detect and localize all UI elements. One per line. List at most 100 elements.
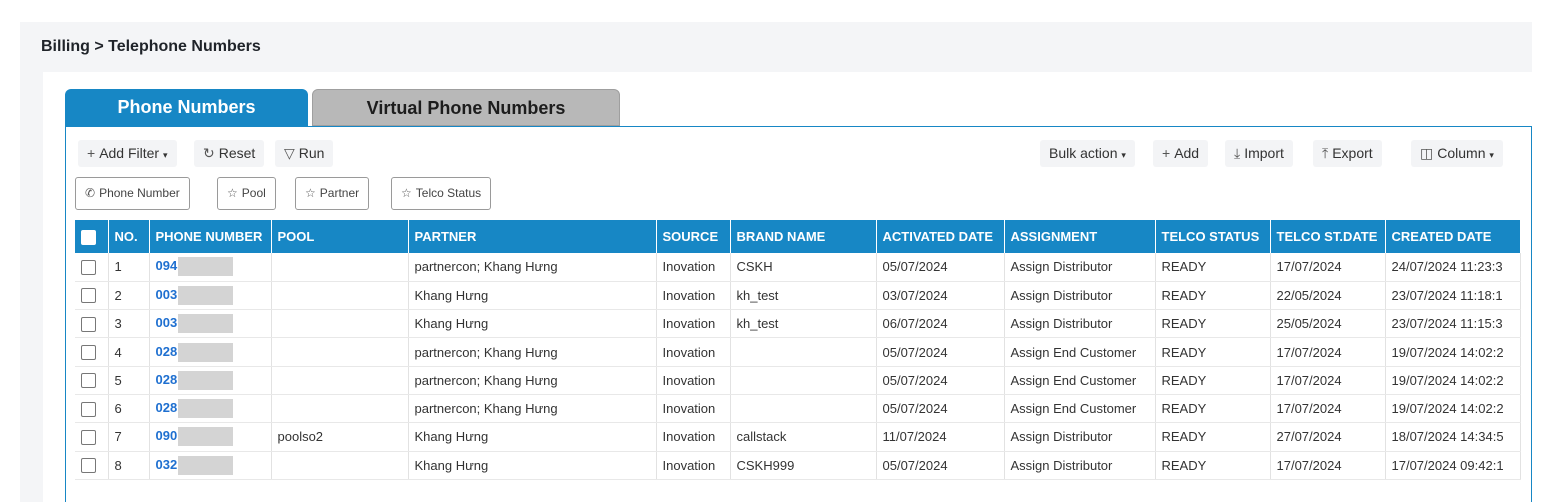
cell-activated: 06/07/2024 [876, 309, 1005, 339]
redacted-mask [178, 455, 234, 475]
row-checkbox[interactable] [81, 373, 96, 389]
cell-activated: 05/07/2024 [876, 253, 1005, 282]
cell-telco-status: READY [1155, 366, 1271, 395]
filter-chip-phone-number[interactable]: ✆ Phone Number [75, 177, 190, 210]
export-button[interactable]: ⤒ Export [1313, 140, 1382, 167]
phone-number-link[interactable]: 003 [156, 287, 178, 302]
filter-chip-pool[interactable]: ☆ Pool [217, 177, 276, 210]
cell-no: 5 [108, 366, 150, 395]
column-header[interactable]: ASSIGNMENT [1004, 220, 1156, 253]
refresh-icon: ↻ [203, 145, 215, 161]
cell-pool [271, 337, 409, 367]
row-select-cell [75, 253, 109, 282]
column-header[interactable]: ACTIVATED DATE [876, 220, 1005, 253]
phone-number-link[interactable]: 090 [156, 428, 178, 443]
redacted-mask [178, 399, 234, 419]
cell-assignment: Assign Distributor [1004, 309, 1156, 339]
cell-no: 2 [108, 281, 150, 311]
row-select-cell [75, 394, 109, 424]
cell-activated: 03/07/2024 [876, 281, 1005, 311]
table-row[interactable]: 6 028 partnercon; Khang Hưng Inovation 05/07… [75, 394, 1521, 424]
phone-number-link[interactable]: 032 [156, 457, 178, 472]
cell-partner: partnercon; Khang Hưng [408, 253, 657, 282]
column-header[interactable]: TELCO STATUS [1155, 220, 1271, 253]
cell-phone[interactable]: 028 [149, 337, 272, 367]
cell-brand [730, 337, 877, 367]
row-checkbox[interactable] [81, 345, 96, 361]
table-row[interactable]: 5 028 partnercon; Khang Hưng Inovation 05/07… [75, 366, 1521, 395]
run-button[interactable]: ▽ Run [275, 140, 334, 167]
tab-virtual-phone-numbers[interactable]: Virtual Phone Numbers [312, 89, 620, 126]
cell-brand: kh_test [730, 281, 877, 311]
cell-phone[interactable]: 090 [149, 422, 272, 452]
phone-number-link[interactable]: 003 [156, 315, 178, 330]
cell-phone[interactable]: 028 [149, 394, 272, 424]
cell-telco-date: 17/07/2024 [1270, 253, 1386, 282]
redacted-mask [178, 427, 234, 447]
phone-number-link[interactable]: 028 [156, 372, 178, 387]
plus-icon: + [1162, 145, 1171, 161]
column-header[interactable]: TELCO ST.DATE [1270, 220, 1386, 253]
column-header[interactable]: POOL [271, 220, 409, 253]
table-row[interactable]: 1 094 partnercon; Khang Hưng Inovation CSKH 0… [75, 253, 1521, 282]
row-checkbox[interactable] [81, 316, 96, 332]
cell-phone[interactable]: 003 [149, 309, 272, 339]
plus-icon: + [87, 145, 96, 161]
bulk-action-button[interactable]: Bulk action ▾ [1040, 140, 1135, 167]
column-header[interactable]: PHONE NUMBER [149, 220, 272, 253]
column-header[interactable]: NO. [108, 220, 150, 253]
table-header-row: NO. PHONE NUMBER POOL PARTNER SOURCE BRA… [75, 220, 1521, 253]
column-header[interactable]: PARTNER [408, 220, 657, 253]
filter-chip-partner[interactable]: ☆ Partner [295, 177, 370, 210]
cell-created: 19/07/2024 14:02:2 [1385, 337, 1521, 367]
phone-number-link[interactable]: 028 [156, 400, 178, 415]
cell-phone[interactable]: 032 [149, 451, 272, 480]
cell-telco-date: 22/05/2024 [1270, 281, 1386, 311]
cell-partner: Khang Hưng [408, 309, 657, 339]
cell-brand [730, 366, 877, 395]
cell-phone[interactable]: 028 [149, 366, 272, 395]
cell-created: 23/07/2024 11:15:3 [1385, 309, 1521, 339]
table-row[interactable]: 7 090 poolso2 Khang Hưng Inovation callstack 1… [75, 422, 1521, 452]
select-all-checkbox[interactable] [81, 229, 96, 245]
add-button[interactable]: + Add [1153, 140, 1209, 167]
row-checkbox[interactable] [81, 401, 96, 417]
star-icon: ☆ [305, 186, 316, 200]
redacted-mask [178, 314, 234, 334]
cell-brand: CSKH999 [730, 451, 877, 480]
cell-assignment: Assign End Customer [1004, 366, 1156, 395]
column-button[interactable]: ◫ Column ▾ [1411, 140, 1503, 167]
phone-number-link[interactable]: 028 [156, 343, 178, 358]
row-select-cell [75, 422, 109, 452]
column-header[interactable]: CREATED DATE [1385, 220, 1521, 253]
cell-assignment: Assign End Customer [1004, 394, 1156, 424]
row-select-cell [75, 337, 109, 367]
phone-number-link[interactable]: 094 [156, 258, 178, 273]
cell-phone[interactable]: 094 [149, 253, 272, 282]
row-checkbox[interactable] [81, 259, 96, 275]
table-row[interactable]: 2 003 Khang Hưng Inovation kh_test 03/07/2024… [75, 281, 1521, 311]
row-select-cell [75, 366, 109, 395]
row-checkbox[interactable] [81, 288, 96, 304]
table-row[interactable]: 8 032 Khang Hưng Inovation CSKH999 05/07/2024… [75, 451, 1521, 480]
cell-telco-status: READY [1155, 337, 1271, 367]
cell-activated: 11/07/2024 [876, 422, 1005, 452]
row-checkbox[interactable] [81, 429, 96, 445]
cell-created: 24/07/2024 11:23:3 [1385, 253, 1521, 282]
cell-source: Inovation [656, 366, 731, 395]
cell-created: 17/07/2024 09:42:1 [1385, 451, 1521, 480]
column-header[interactable]: BRAND NAME [730, 220, 877, 253]
row-checkbox[interactable] [81, 458, 96, 474]
table-row[interactable]: 3 003 Khang Hưng Inovation kh_test 06/07/2024… [75, 309, 1521, 339]
import-button[interactable]: ⤓ Import [1225, 140, 1293, 167]
reset-button[interactable]: ↻ Reset [194, 140, 265, 167]
cell-phone[interactable]: 003 [149, 281, 272, 311]
column-header[interactable]: SOURCE [656, 220, 731, 253]
tab-phone-numbers[interactable]: Phone Numbers [65, 89, 308, 126]
cell-assignment: Assign Distributor [1004, 451, 1156, 480]
cell-activated: 05/07/2024 [876, 394, 1005, 424]
add-filter-button[interactable]: + Add Filter ▾ [78, 140, 177, 167]
caret-down-icon: ▾ [163, 150, 168, 160]
filter-chip-telco-status[interactable]: ☆ Telco Status [391, 177, 492, 210]
table-row[interactable]: 4 028 partnercon; Khang Hưng Inovation 05/07… [75, 337, 1521, 367]
